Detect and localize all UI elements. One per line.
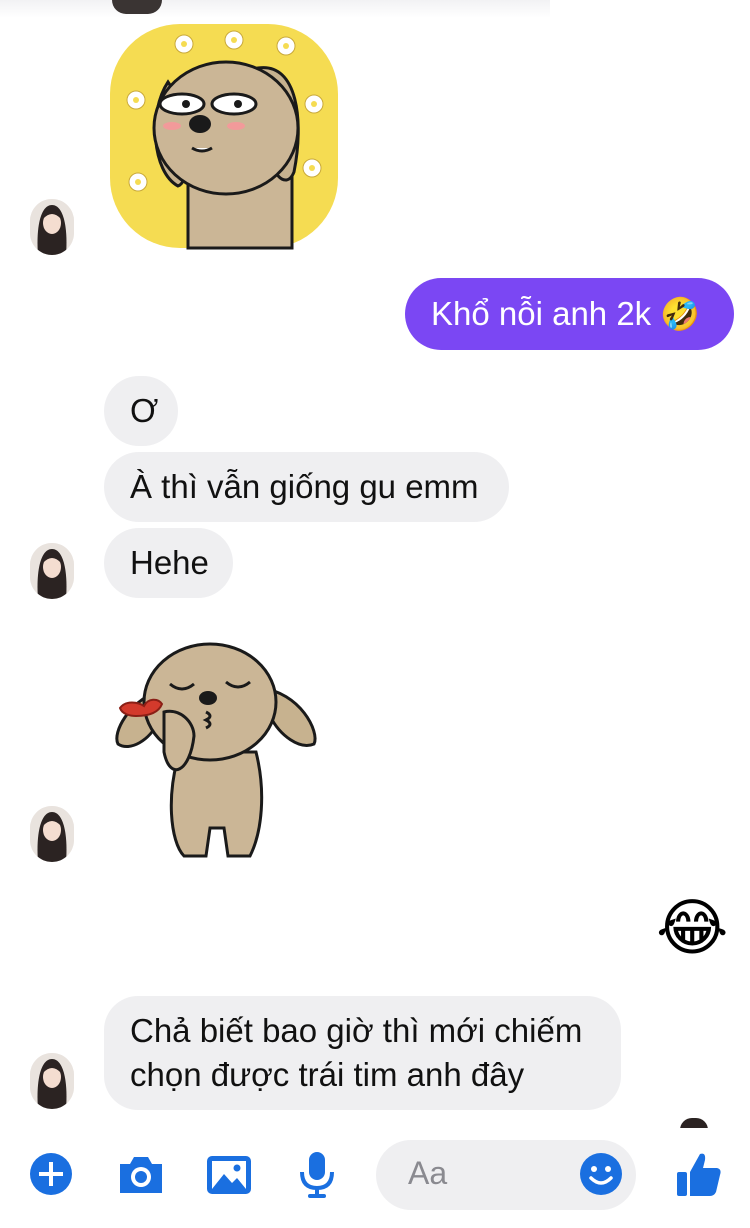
plus-icon bbox=[30, 1153, 72, 1195]
message-text-line: chọn được trái tim anh đây bbox=[130, 1056, 525, 1093]
smiley-icon bbox=[580, 1153, 622, 1195]
gallery-button[interactable] bbox=[204, 1148, 254, 1200]
tears-of-joy-emoji[interactable]: 😂 bbox=[656, 894, 728, 964]
emoji-button[interactable] bbox=[578, 1148, 624, 1200]
sender-avatar[interactable] bbox=[30, 806, 74, 862]
image-icon bbox=[207, 1156, 251, 1194]
incoming-message-bubble[interactable]: À thì vẫn giống gu emm bbox=[104, 452, 509, 522]
incoming-message-bubble[interactable]: Chả biết bao giờ thì mới chiếm chọn được… bbox=[104, 996, 621, 1110]
microphone-icon bbox=[300, 1152, 334, 1198]
plus-button[interactable] bbox=[28, 1148, 74, 1200]
like-button[interactable] bbox=[674, 1148, 724, 1200]
sender-avatar[interactable] bbox=[30, 1053, 74, 1109]
message-text: Khổ nỗi anh 2k bbox=[431, 295, 652, 332]
incoming-message-bubble[interactable]: Hehe bbox=[104, 528, 233, 598]
camera-icon bbox=[120, 1157, 162, 1193]
sender-avatar[interactable] bbox=[30, 543, 74, 599]
message-text: Ơ bbox=[130, 392, 159, 429]
thumbs-up-icon bbox=[677, 1153, 721, 1196]
message-text-line: Chả biết bao giờ thì mới chiếm bbox=[130, 1012, 583, 1049]
previous-avatar-edge bbox=[112, 0, 162, 14]
voice-button[interactable] bbox=[294, 1148, 340, 1200]
camera-button[interactable] bbox=[116, 1148, 166, 1200]
rofl-emoji: 🤣 bbox=[660, 296, 701, 332]
composer-bar bbox=[0, 1128, 750, 1228]
sender-avatar[interactable] bbox=[30, 199, 74, 255]
previous-message-edge bbox=[0, 0, 550, 18]
message-input-placeholder: Aa bbox=[408, 1155, 448, 1191]
sticker-dog-flowers[interactable] bbox=[108, 22, 340, 250]
message-text: Hehe bbox=[130, 544, 209, 581]
message-text: À thì vẫn giống gu emm bbox=[130, 468, 479, 505]
sticker-dog-kiss[interactable] bbox=[110, 632, 322, 860]
outgoing-message-bubble[interactable]: Khổ nỗi anh 2k 🤣 bbox=[405, 278, 734, 350]
incoming-message-bubble[interactable]: Ơ bbox=[104, 376, 178, 446]
